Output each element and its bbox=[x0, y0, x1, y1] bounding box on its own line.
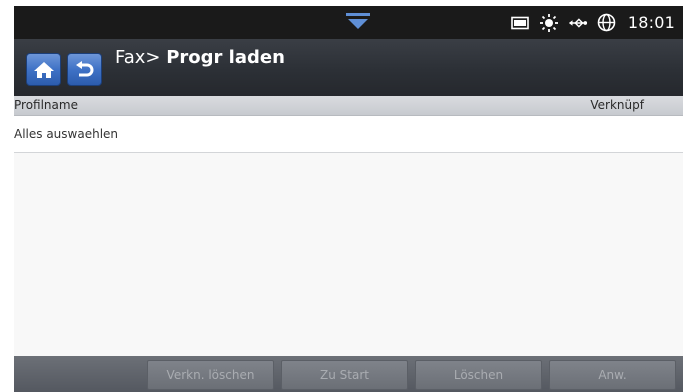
delete-button[interactable]: Löschen bbox=[415, 360, 542, 390]
column-link[interactable]: Verknüpf bbox=[590, 98, 644, 112]
screen-frame: 18:01 Fax> Progr laden Profilname Verknü… bbox=[0, 0, 683, 392]
home-icon bbox=[33, 61, 54, 78]
profile-list: Alles auswaehlen bbox=[14, 116, 683, 356]
home-button[interactable] bbox=[26, 53, 61, 86]
column-profile-name[interactable]: Profilname bbox=[14, 98, 78, 112]
to-start-button[interactable]: Zu Start bbox=[281, 360, 408, 390]
list-header: Profilname Verknüpf bbox=[14, 96, 683, 116]
apply-button[interactable]: Anw. bbox=[549, 360, 676, 390]
notification-handle-icon[interactable] bbox=[345, 12, 371, 30]
delete-link-button[interactable]: Verkn. löschen bbox=[147, 360, 274, 390]
title-bar: Fax> Progr laden bbox=[14, 39, 683, 96]
bottom-action-bar: Verkn. löschen Zu Start Löschen Anw. bbox=[14, 356, 683, 392]
network-usb-icon bbox=[568, 13, 588, 33]
brightness-icon bbox=[539, 13, 559, 33]
breadcrumb: Fax> bbox=[115, 47, 161, 68]
status-icons: 18:01 bbox=[510, 6, 675, 39]
select-all-label: Alles auswaehlen bbox=[14, 127, 119, 141]
page-title: Fax> Progr laden bbox=[115, 47, 285, 68]
status-bar: 18:01 bbox=[14, 6, 683, 39]
toner-icon bbox=[510, 13, 530, 33]
globe-icon bbox=[597, 13, 617, 33]
select-all-row[interactable]: Alles auswaehlen bbox=[14, 116, 683, 153]
clock: 18:01 bbox=[627, 13, 675, 32]
back-button[interactable] bbox=[67, 53, 102, 86]
device-screen: 18:01 Fax> Progr laden Profilname Verknü… bbox=[14, 6, 683, 392]
back-arrow-icon bbox=[75, 60, 93, 76]
page-title-text: Progr laden bbox=[166, 47, 285, 68]
